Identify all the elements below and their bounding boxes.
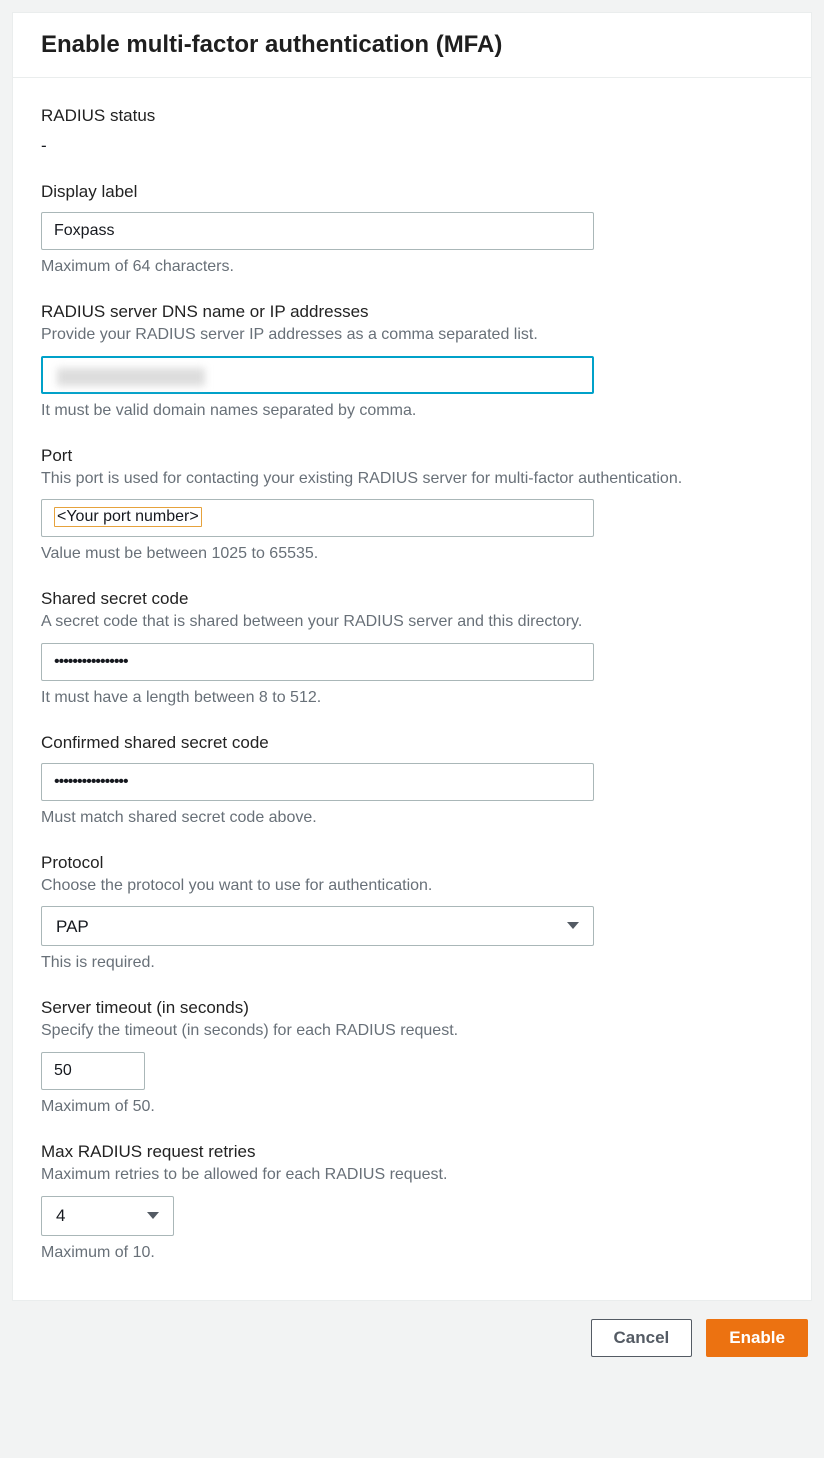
- dns-desc: Provide your RADIUS server IP addresses …: [41, 324, 783, 346]
- port-help: Value must be between 1025 to 65535.: [41, 545, 783, 563]
- footer-actions: Cancel Enable: [12, 1301, 812, 1357]
- port-desc: This port is used for contacting your ex…: [41, 468, 783, 490]
- secret-label: Shared secret code: [41, 589, 783, 609]
- retries-help: Maximum of 10.: [41, 1244, 783, 1262]
- protocol-label: Protocol: [41, 853, 783, 873]
- cancel-button[interactable]: Cancel: [591, 1319, 693, 1357]
- dns-field: RADIUS server DNS name or IP addresses P…: [41, 302, 783, 420]
- protocol-desc: Choose the protocol you want to use for …: [41, 875, 783, 897]
- port-input[interactable]: <Your port number>: [41, 499, 594, 537]
- secret-confirm-field: Confirmed shared secret code Must match …: [41, 733, 783, 827]
- timeout-input[interactable]: [41, 1052, 145, 1090]
- secret-confirm-input[interactable]: [41, 763, 594, 801]
- retries-desc: Maximum retries to be allowed for each R…: [41, 1164, 783, 1186]
- protocol-select[interactable]: PAP: [41, 906, 594, 946]
- dns-input[interactable]: [41, 356, 594, 394]
- secret-confirm-help: Must match shared secret code above.: [41, 809, 783, 827]
- dns-help: It must be valid domain names separated …: [41, 402, 783, 420]
- port-placeholder-text: <Your port number>: [54, 507, 202, 527]
- timeout-label: Server timeout (in seconds): [41, 998, 783, 1018]
- secret-field: Shared secret code A secret code that is…: [41, 589, 783, 707]
- timeout-desc: Specify the timeout (in seconds) for eac…: [41, 1020, 783, 1042]
- retries-select[interactable]: 4: [41, 1196, 174, 1236]
- timeout-field: Server timeout (in seconds) Specify the …: [41, 998, 783, 1116]
- retries-label: Max RADIUS request retries: [41, 1142, 783, 1162]
- panel-header: Enable multi-factor authentication (MFA): [13, 13, 811, 78]
- display-label-field: Display label Maximum of 64 characters.: [41, 182, 783, 276]
- protocol-field: Protocol Choose the protocol you want to…: [41, 853, 783, 973]
- dns-label: RADIUS server DNS name or IP addresses: [41, 302, 783, 322]
- timeout-help: Maximum of 50.: [41, 1098, 783, 1116]
- secret-desc: A secret code that is shared between you…: [41, 611, 783, 633]
- enable-button[interactable]: Enable: [706, 1319, 808, 1357]
- secret-confirm-label: Confirmed shared secret code: [41, 733, 783, 753]
- mfa-panel: Enable multi-factor authentication (MFA)…: [12, 12, 812, 1301]
- redacted-value: [57, 368, 205, 386]
- port-label: Port: [41, 446, 783, 466]
- radius-status-label: RADIUS status: [41, 106, 783, 126]
- secret-input[interactable]: [41, 643, 594, 681]
- radius-status-field: RADIUS status -: [41, 106, 783, 156]
- radius-status-value: -: [41, 136, 783, 156]
- display-label-input[interactable]: [41, 212, 594, 250]
- display-label-label: Display label: [41, 182, 783, 202]
- display-label-help: Maximum of 64 characters.: [41, 258, 783, 276]
- secret-help: It must have a length between 8 to 512.: [41, 689, 783, 707]
- page-title: Enable multi-factor authentication (MFA): [41, 31, 783, 59]
- retries-field: Max RADIUS request retries Maximum retri…: [41, 1142, 783, 1262]
- protocol-help: This is required.: [41, 954, 783, 972]
- form-body: RADIUS status - Display label Maximum of…: [13, 78, 811, 1300]
- port-field: Port This port is used for contacting yo…: [41, 446, 783, 564]
